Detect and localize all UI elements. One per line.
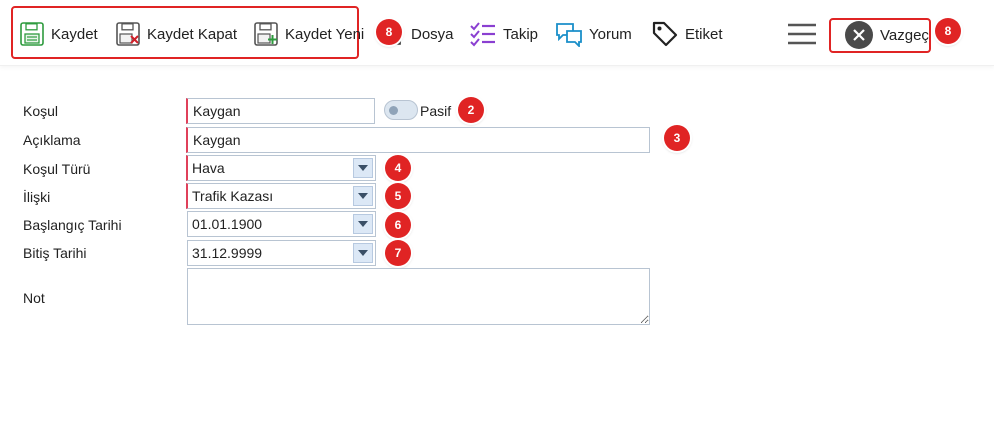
follow-button-label: Takip <box>503 25 539 43</box>
description-label: Açıklama <box>23 132 81 148</box>
cancel-button-label: Vazgeç <box>880 26 929 44</box>
tag-button-label: Etiket <box>685 25 723 43</box>
save-button[interactable]: Kaydet <box>19 17 98 51</box>
hamburger-icon[interactable] <box>787 23 817 45</box>
file-button-label: Dosya <box>411 25 454 43</box>
save-new-button[interactable]: Kaydet Yeni <box>253 17 364 51</box>
chevron-down-icon[interactable] <box>353 158 373 178</box>
condition-label: Koşul <box>23 103 59 119</box>
start-date-value: 01.01.1900 <box>192 216 263 232</box>
tag-button[interactable]: Etiket <box>651 17 723 51</box>
save-close-button[interactable]: Kaydet Kapat <box>115 17 237 51</box>
floppy-close-icon <box>115 21 141 47</box>
save-new-button-label: Kaydet Yeni <box>285 25 365 43</box>
passive-label: Pasif <box>420 103 452 119</box>
annotation-badge-cancel: 8 <box>935 18 961 44</box>
annotation-badge-end-date: 7 <box>385 240 411 266</box>
start-date-picker[interactable]: 01.01.1900 <box>187 211 376 237</box>
annotation-badge-toolbar-group: 8 <box>376 19 402 45</box>
chevron-down-icon[interactable] <box>353 243 373 263</box>
passive-toggle[interactable] <box>384 100 418 120</box>
description-input[interactable]: Kaygan <box>186 127 650 153</box>
condition-type-label: Koşul Türü <box>23 161 91 177</box>
toggle-knob <box>389 106 398 115</box>
end-date-label: Bitiş Tarihi <box>23 245 87 261</box>
annotation-badge-relation: 5 <box>385 183 411 209</box>
end-date-value: 31.12.9999 <box>192 245 263 261</box>
annotation-badge-start-date: 6 <box>385 212 411 238</box>
condition-input[interactable]: Kaygan <box>186 98 375 124</box>
relation-value: Trafik Kazası <box>192 188 274 204</box>
floppy-save-icon <box>19 21 45 47</box>
relation-label: İlişki <box>23 189 51 205</box>
checklist-icon <box>469 21 497 47</box>
comment-button[interactable]: Yorum <box>555 17 632 51</box>
annotation-badge-condition-type: 4 <box>385 155 411 181</box>
condition-type-dropdown[interactable]: Hava <box>186 155 376 181</box>
save-close-button-label: Kaydet Kapat <box>147 25 238 43</box>
cancel-button[interactable]: Vazgeç <box>845 20 929 50</box>
note-textarea[interactable] <box>187 268 650 325</box>
toolbar: Kaydet Kaydet Kapat Kaydet Yeni Dosya Ta… <box>0 0 994 66</box>
follow-button[interactable]: Takip <box>469 17 538 51</box>
relation-dropdown[interactable]: Trafik Kazası <box>186 183 376 209</box>
tag-icon <box>651 20 679 48</box>
annotation-badge-description: 3 <box>664 125 690 151</box>
note-label: Not <box>23 290 45 306</box>
condition-type-value: Hava <box>192 160 225 176</box>
start-date-label: Başlangıç Tarihi <box>23 217 122 233</box>
comment-button-label: Yorum <box>589 25 632 43</box>
close-circle-icon <box>845 21 873 49</box>
chat-bubbles-icon <box>555 21 583 47</box>
floppy-new-icon <box>253 21 279 47</box>
save-button-label: Kaydet <box>51 25 98 43</box>
chevron-down-icon[interactable] <box>353 186 373 206</box>
end-date-picker[interactable]: 31.12.9999 <box>187 240 376 266</box>
annotation-badge-passive: 2 <box>458 97 484 123</box>
chevron-down-icon[interactable] <box>353 214 373 234</box>
